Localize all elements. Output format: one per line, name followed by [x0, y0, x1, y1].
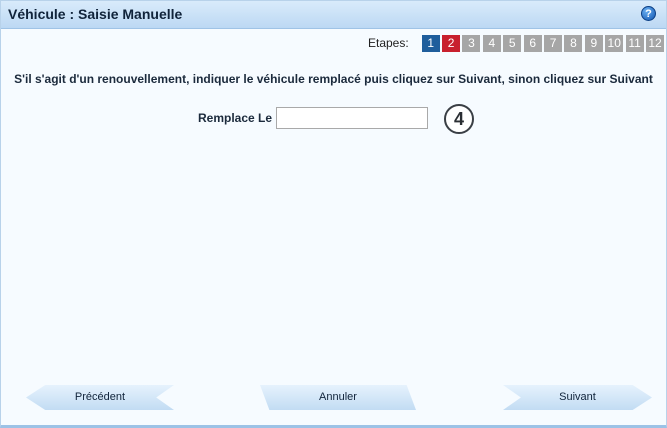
step-10[interactable]: 10: [605, 34, 624, 52]
next-button-label: Suivant: [559, 391, 596, 403]
step-5[interactable]: 5: [503, 34, 522, 52]
title-bar: Véhicule : Saisie Manuelle ?: [1, 1, 666, 29]
previous-button[interactable]: Précédent: [26, 385, 174, 410]
replace-label: Remplace Le: [198, 111, 273, 125]
cancel-button[interactable]: Annuler: [260, 385, 416, 410]
steps-indicator: Etapes: 1 2 3 4 5 6 7 8 9 10 11 12: [368, 34, 666, 52]
step-4[interactable]: 4: [482, 34, 501, 52]
step-12[interactable]: 12: [646, 34, 664, 52]
next-button[interactable]: Suivant: [503, 385, 652, 410]
step-2[interactable]: 2: [442, 34, 461, 52]
step-9[interactable]: 9: [584, 34, 603, 52]
replace-vehicle-input[interactable]: [276, 107, 428, 129]
step-number-badge: 4: [444, 104, 474, 134]
step-3[interactable]: 3: [462, 34, 481, 52]
dialog-title: Véhicule : Saisie Manuelle: [8, 6, 183, 22]
step-11[interactable]: 11: [625, 34, 644, 52]
steps-label: Etapes:: [368, 36, 409, 50]
step-1[interactable]: 1: [421, 34, 440, 52]
step-7[interactable]: 7: [544, 34, 563, 52]
help-icon[interactable]: ?: [641, 6, 656, 21]
step-8[interactable]: 8: [564, 34, 583, 52]
vehicle-manual-entry-dialog: Véhicule : Saisie Manuelle ? Etapes: 1 2…: [0, 0, 667, 428]
previous-button-label: Précédent: [74, 391, 126, 403]
cancel-button-label: Annuler: [319, 391, 357, 403]
instruction-text: S'il s'agit d'un renouvellement, indique…: [14, 72, 653, 86]
step-6[interactable]: 6: [523, 34, 542, 52]
